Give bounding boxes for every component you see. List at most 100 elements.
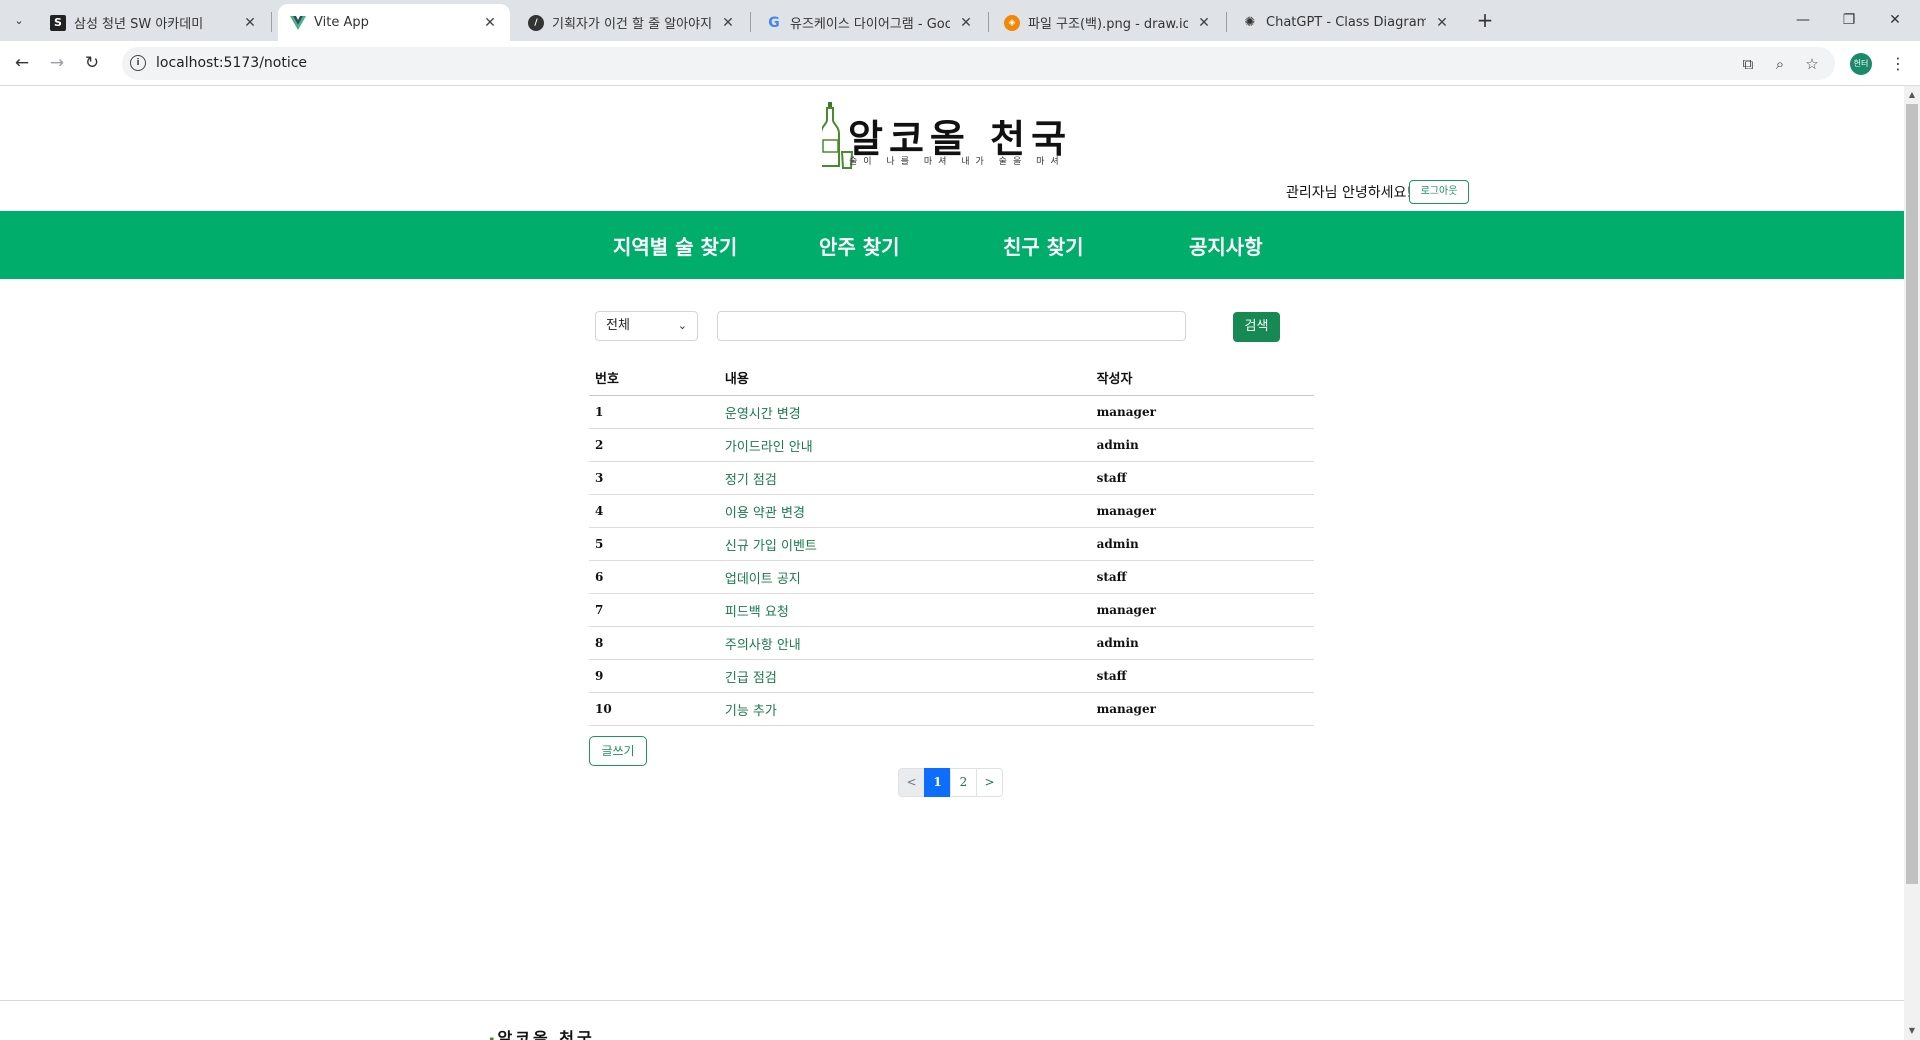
search-input[interactable] [717,311,1186,341]
row-writer: manager [1090,593,1314,627]
url-text[interactable]: localhost:5173/notice [156,55,307,71]
notion-icon: / [528,14,544,31]
browser-tab[interactable]: ◈ 파일 구조(백).png - draw.io ✕ [992,4,1224,41]
tab-close-icon[interactable]: ✕ [482,15,498,31]
scroll-up-arrow-icon[interactable]: ▲ [1907,90,1917,99]
row-number: 4 [589,494,719,528]
close-window-icon[interactable]: ✕ [1872,6,1918,34]
row-content-link[interactable]: 업데이트 공지 [718,560,1091,594]
table-row: 7 피드백 요청 manager [589,593,1314,627]
main-nav: 지역별 술 찾기 안주 찾기 친구 찾기 공지사항 [0,211,1904,279]
profile-avatar[interactable]: 헌터 [1850,53,1872,75]
nav-item-friends[interactable]: 친구 찾기 [1003,231,1084,260]
row-writer: staff [1090,461,1314,495]
address-bar[interactable]: i localhost:5173/notice [122,47,1835,80]
site-logo[interactable]: 알코올 천국 술이 나를 마셔 내가 술을 마셔 [822,102,1072,172]
row-writer: admin [1090,527,1314,561]
browser-tab[interactable]: / 기획자가 이건 할 줄 알아야지: ✕ [516,4,748,41]
row-writer: staff [1090,659,1314,693]
minimize-icon[interactable]: — [1780,6,1826,34]
row-content-link[interactable]: 정기 점검 [718,461,1091,495]
restore-icon[interactable]: ❐ [1826,6,1872,34]
row-content-link[interactable]: 신규 가입 이벤트 [718,527,1091,561]
table-row: 6 업데이트 공지 staff [589,560,1314,594]
row-writer: manager [1090,494,1314,528]
row-writer: manager [1090,395,1314,429]
site-info-icon[interactable]: i [130,55,146,71]
column-header-content: 내용 [718,360,1091,396]
footer-brand-text: 알코올 천국 [497,1029,595,1040]
row-content-link[interactable]: 운영시간 변경 [718,395,1091,429]
page-button-1[interactable]: 1 [924,768,951,797]
forward-arrow-icon[interactable]: → [45,51,69,75]
reload-icon[interactable]: ↻ [80,51,104,75]
row-content-link[interactable]: 긴급 점검 [718,659,1091,693]
row-number: 8 [589,626,719,660]
tab-title: 파일 구조(백).png - draw.io [1028,17,1188,32]
browser-tab[interactable]: S 삼성 청년 SW 아카데미 ✕ [38,4,270,41]
search-filter-select[interactable]: 전체 ⌄ [595,311,698,341]
logout-button[interactable]: 로그아웃 [1409,180,1469,204]
table-header-row: 번호 내용 작성자 [589,360,1314,396]
page-viewport: 알코올 천국 술이 나를 마셔 내가 술을 마셔 관리자님 안녕하세요! 로그아… [0,86,1904,1040]
row-content-link[interactable]: 기능 추가 [718,692,1091,726]
back-arrow-icon[interactable]: ← [10,51,34,75]
browser-menu-icon[interactable]: ⋮ [1890,53,1906,75]
pagination: < 1 2 > [898,768,1003,798]
row-content-link[interactable]: 주의사항 안내 [718,626,1091,660]
row-content-link[interactable]: 이용 약관 변경 [718,494,1091,528]
bookmark-star-icon[interactable]: ☆ [1801,53,1823,75]
row-writer: staff [1090,560,1314,594]
row-number: 5 [589,527,719,561]
chevron-down-icon: ⌄ [677,319,687,332]
tab-title: Vite App [314,15,369,30]
chatgpt-icon: ✺ [1244,15,1256,30]
nav-item-region-drinks[interactable]: 지역별 술 찾기 [613,231,737,260]
browser-tab[interactable]: ✺ ChatGPT - Class Diagram Crea ✕ [1230,4,1462,41]
next-page-button[interactable]: > [976,768,1003,797]
tab-close-icon[interactable]: ✕ [1196,15,1212,31]
row-content-link[interactable]: 피드백 요청 [718,593,1091,627]
row-number: 7 [589,593,719,627]
page-button-2[interactable]: 2 [950,768,977,797]
scrollbar-thumb[interactable] [1906,104,1918,884]
filter-selected-value: 전체 [606,318,630,333]
table-row: 1 운영시간 변경 manager [589,395,1314,429]
row-writer: admin [1090,626,1314,660]
column-header-number: 번호 [589,360,719,396]
footer-divider [0,1000,1904,1001]
table-row: 3 정기 점검 staff [589,461,1314,495]
tab-close-icon[interactable]: ✕ [720,15,736,31]
browser-tab-active[interactable]: Vite App ✕ [278,4,510,41]
row-number: 9 [589,659,719,693]
translate-icon[interactable]: ⧉ [1737,53,1759,75]
row-writer: manager [1090,692,1314,726]
table-row: 8 주의사항 안내 admin [589,626,1314,660]
write-post-button[interactable]: 글쓰기 [589,736,647,766]
table-row: 10 기능 추가 manager [589,692,1314,726]
brand-slogan: 술이 나를 마셔 내가 술을 마셔 [849,157,1065,167]
row-number: 2 [589,428,719,462]
column-header-writer: 작성자 [1090,360,1314,396]
tab-close-icon[interactable]: ✕ [242,15,258,31]
browser-toolbar: ← → ↻ i localhost:5173/notice ⧉ ⌕ ☆ 헌터 ⋮ [0,41,1920,86]
nav-item-notice[interactable]: 공지사항 [1189,231,1263,260]
new-tab-plus-icon[interactable]: + [1472,8,1498,34]
nav-item-snacks[interactable]: 안주 찾기 [819,231,900,260]
row-content-link[interactable]: 가이드라인 안내 [718,428,1091,462]
scroll-down-arrow-icon[interactable]: ▼ [1907,1026,1917,1035]
footer-bottle-icon: ▮ [489,1036,498,1040]
tab-search-chevron-icon[interactable]: ⌄ [8,9,30,31]
tab-close-icon[interactable]: ✕ [958,15,974,31]
browser-tab[interactable]: G 유즈케이스 다이어그램 - Goog ✕ [754,4,986,41]
row-number: 10 [589,692,719,726]
table-row: 5 신규 가입 이벤트 admin [589,527,1314,561]
tab-title: 기획자가 이건 할 줄 알아야지: [552,17,712,32]
zoom-icon[interactable]: ⌕ [1769,53,1791,75]
tab-close-icon[interactable]: ✕ [1434,15,1450,31]
search-button[interactable]: 검색 [1233,312,1280,342]
vue-icon [290,15,306,31]
prev-page-button[interactable]: < [898,768,925,797]
google-icon: G [768,14,780,31]
ssafy-icon: S [50,14,66,31]
